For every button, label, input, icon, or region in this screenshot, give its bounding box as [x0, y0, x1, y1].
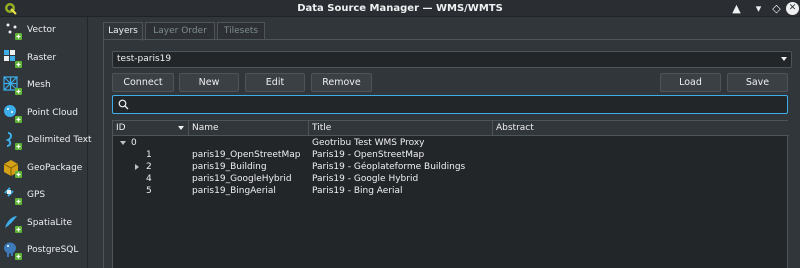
- table-row[interactable]: 0 Geotribu Test WMS Proxy: [113, 137, 793, 149]
- remove-button[interactable]: Remove: [311, 73, 372, 92]
- table-header: ID Name Title Abstract: [113, 121, 789, 136]
- sidebar-item-geopackage[interactable]: GeoPackage: [0, 156, 88, 182]
- sidebar-item-label: Raster: [27, 53, 57, 63]
- sidebar-item-label: Mesh: [27, 80, 51, 90]
- sidebar-item-gps[interactable]: GPS: [0, 183, 88, 209]
- sidebar-item-label: Vector: [27, 25, 56, 35]
- close-icon[interactable]: ✕: [786, 2, 799, 15]
- edit-button[interactable]: Edit: [245, 73, 305, 92]
- tab-layer-order[interactable]: Layer Order: [145, 22, 215, 40]
- sidebar-item-label: GeoPackage: [27, 163, 83, 173]
- source-type-sidebar: Vector Raster Mesh Point Cloud Delimited…: [0, 17, 92, 268]
- keep-above-icon[interactable]: ▲: [730, 2, 743, 15]
- postgresql-icon: [4, 242, 22, 260]
- geopackage-icon: [3, 160, 22, 178]
- connection-select-value: test-paris19: [117, 54, 172, 64]
- sidebar-item-label: Delimited Text: [27, 135, 92, 145]
- maximize-icon[interactable]: ◇: [770, 2, 783, 15]
- sidebar-item-spatialite[interactable]: SpatiaLite: [0, 211, 88, 237]
- sidebar-item-vector[interactable]: Vector: [0, 18, 88, 44]
- column-header-id[interactable]: ID: [113, 121, 189, 135]
- window-title: Data Source Manager — WMS/WMTS: [297, 3, 503, 14]
- sidebar-item-label: GPS: [27, 190, 46, 200]
- raster-icon: [4, 50, 22, 68]
- sidebar-item-delimited-text[interactable]: Delimited Text: [0, 128, 92, 154]
- table-row[interactable]: 4 paris19_GoogleHybrid Paris19 - Google …: [113, 173, 793, 185]
- table-row[interactable]: 5 paris19_BingAerial Paris19 - Bing Aeri…: [113, 185, 793, 197]
- mesh-icon: [3, 76, 22, 95]
- sidebar-item-label: PostgreSQL: [27, 245, 79, 255]
- table-row[interactable]: 1 paris19_OpenStreetMap Paris19 - OpenSt…: [113, 149, 793, 161]
- connection-select[interactable]: test-paris19: [112, 51, 792, 68]
- vector-icon: [6, 23, 22, 40]
- title-bar: Data Source Manager — WMS/WMTS ▲ ▾ ◇ ✕: [0, 0, 800, 17]
- minimize-icon[interactable]: ▾: [752, 2, 765, 15]
- layers-table: ID Name Title Abstract 0 Geotribu Test W…: [112, 120, 789, 268]
- connect-button[interactable]: Connect: [112, 73, 174, 92]
- column-header-abstract[interactable]: Abstract: [493, 121, 789, 135]
- save-button[interactable]: Save: [727, 73, 788, 92]
- search-icon: [118, 99, 129, 110]
- gps-icon: [4, 187, 22, 205]
- sidebar-item-label: SpatiaLite: [27, 218, 73, 228]
- sidebar-item-mesh[interactable]: Mesh: [0, 73, 88, 99]
- search-input[interactable]: [112, 95, 788, 114]
- sidebar-item-raster[interactable]: Raster: [0, 46, 88, 72]
- point-cloud-icon: [4, 105, 22, 123]
- expand-arrow-icon[interactable]: [120, 141, 126, 145]
- table-row[interactable]: 2 paris19_Building Paris19 - Géoplatefor…: [113, 161, 793, 173]
- sidebar-item-postgresql[interactable]: PostgreSQL: [0, 238, 88, 264]
- sidebar-item-point-cloud[interactable]: Point Cloud: [0, 101, 88, 127]
- load-button[interactable]: Load: [660, 73, 721, 92]
- tab-tilesets[interactable]: Tilesets: [217, 22, 265, 40]
- sidebar-item-label: Point Cloud: [27, 108, 78, 118]
- collapse-arrow-icon[interactable]: [135, 164, 139, 170]
- sort-descending-icon: [178, 126, 184, 130]
- new-button[interactable]: New: [179, 73, 239, 92]
- spatialite-icon: [5, 216, 22, 233]
- delimited-text-icon: [5, 132, 22, 150]
- column-header-name[interactable]: Name: [189, 121, 309, 135]
- column-header-title[interactable]: Title: [309, 121, 493, 135]
- chevron-down-icon: [781, 57, 787, 61]
